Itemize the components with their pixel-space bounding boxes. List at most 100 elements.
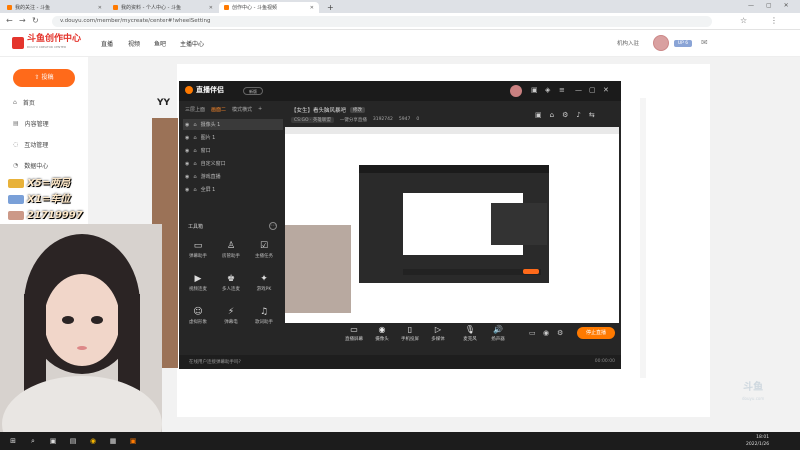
tool-danmu[interactable]: ▭ 弹幕助手 xyxy=(183,241,213,267)
share-icon[interactable]: ⇆ xyxy=(589,111,595,119)
speaker-button[interactable]: 🔊 扬声器 xyxy=(485,325,511,342)
maximize-icon[interactable]: ▢ xyxy=(766,2,772,9)
bell-icon[interactable]: ♪ xyxy=(576,111,580,119)
nav-anchor-center[interactable]: 主播中心 xyxy=(180,39,204,48)
close-icon[interactable]: ✕ xyxy=(98,5,102,11)
nav-video[interactable]: 视频 xyxy=(128,39,140,48)
app-version-badge[interactable]: 新版 xyxy=(243,87,263,95)
eye-icon[interactable]: ◉ xyxy=(185,135,189,141)
menu-icon[interactable]: ⋮ xyxy=(770,16,778,25)
lock-icon[interactable]: ⌂ xyxy=(193,174,196,180)
media-button[interactable]: ▷ 多媒体 xyxy=(425,325,451,342)
forward-icon[interactable]: → xyxy=(19,16,26,25)
camera-button[interactable]: ◉ 摄像头 xyxy=(369,325,395,342)
screen-capture-button[interactable]: ▭ 直播屏幕 xyxy=(341,325,367,342)
stream-preview[interactable] xyxy=(285,127,619,323)
browser-tab-3[interactable]: 创作中心 - 斗鱼视频 ✕ xyxy=(219,2,319,13)
chrome-icon[interactable]: ◉ xyxy=(88,436,98,446)
browser-tab-1[interactable]: 我的关注 - 斗鱼 ✕ xyxy=(2,2,107,13)
source-row[interactable]: ◉ ⌂ 自定义窗口 xyxy=(183,158,283,169)
back-icon[interactable]: ← xyxy=(6,16,13,25)
site-logo[interactable]: 斗鱼创作中心 DOUYU CREATOR CENTER xyxy=(12,35,81,50)
tab-scene-1[interactable]: 三层上面 xyxy=(185,106,205,116)
sidebar-item-content[interactable]: ▤ 内容管理 xyxy=(13,119,49,128)
add-scene-icon[interactable]: + xyxy=(258,106,262,116)
star-icon[interactable]: ☆ xyxy=(740,16,747,25)
close-icon[interactable]: ✕ xyxy=(209,5,213,11)
scrollbar[interactable] xyxy=(640,98,646,378)
source-row[interactable]: ◉ ⌂ 全屏 1 xyxy=(183,184,283,195)
settings-icon[interactable]: ⚙ xyxy=(557,329,563,337)
tool-room-admin[interactable]: ♙ 房管助手 xyxy=(216,241,246,267)
category-badge[interactable]: CS:GO · 英雄联盟 xyxy=(291,117,334,123)
menu-icon[interactable]: ≡ xyxy=(559,86,565,94)
org-join-link[interactable]: 机构入驻 xyxy=(617,39,639,47)
tool-video-link[interactable]: ▶ 视频连麦 xyxy=(183,274,213,300)
source-row[interactable]: ◉ ⌂ 游戏直播 xyxy=(183,171,283,182)
reload-icon[interactable]: ↻ xyxy=(32,16,39,25)
tool-label: 虚拟形象 xyxy=(189,320,207,325)
lock-icon[interactable]: ⌂ xyxy=(193,135,196,141)
lock-icon[interactable]: ⌂ xyxy=(550,111,554,119)
search-icon[interactable]: ⌕ xyxy=(28,436,38,446)
eye-icon[interactable]: ◉ xyxy=(185,161,189,167)
streaming-app-icon[interactable]: ▣ xyxy=(128,436,138,446)
minimize-icon[interactable]: — xyxy=(575,86,582,94)
close-icon[interactable]: ✕ xyxy=(603,86,609,94)
source-row[interactable]: ◉ ⌂ 摄像头 1 xyxy=(183,119,283,130)
tool-avatar[interactable]: ☺ 虚拟形象 xyxy=(183,307,213,333)
tool-game-pk[interactable]: ✦ 游戏PK xyxy=(249,274,279,300)
phone-cast-button[interactable]: ▯ 手机投屏 xyxy=(397,325,423,342)
url-input[interactable]: v.douyu.com/member/mycreate/center#!whee… xyxy=(52,16,712,27)
mic-button[interactable]: 🎙 麦克风 xyxy=(457,325,483,342)
close-icon[interactable]: ✕ xyxy=(310,5,314,11)
source-row[interactable]: ◉ ⌂ 图片 1 xyxy=(183,132,283,143)
edit-title-button[interactable]: 修改 xyxy=(350,107,366,113)
eye-icon[interactable]: ◉ xyxy=(543,329,549,337)
toolbox-more-icon[interactable]: ⋯ xyxy=(269,222,277,230)
app-avatar[interactable] xyxy=(510,85,522,97)
nav-live[interactable]: 直播 xyxy=(101,39,113,48)
eye-icon[interactable]: ◉ xyxy=(185,187,189,193)
tool-multi-link[interactable]: ♚ 多人连麦 xyxy=(216,274,246,300)
tool-task[interactable]: ☑ 主播任务 xyxy=(249,241,279,267)
task-view-icon[interactable]: ▣ xyxy=(48,436,58,446)
eye-icon[interactable]: ◉ xyxy=(185,148,189,154)
new-tab-button[interactable]: + xyxy=(322,2,334,13)
tool-danmu-power[interactable]: ⚡ 弹幕电 xyxy=(216,307,246,333)
browser-tab-2[interactable]: 我的资料 - 个人中心 - 斗鱼 ✕ xyxy=(108,2,218,13)
file-explorer-icon[interactable]: ▤ xyxy=(68,436,78,446)
upload-button[interactable]: ⇧ 投稿 xyxy=(13,69,75,87)
tool-lyrics[interactable]: ♫ 歌词助手 xyxy=(249,307,279,333)
lock-icon[interactable]: ⌂ xyxy=(193,122,196,128)
skin-icon[interactable]: ◈ xyxy=(545,86,550,94)
taskbar-clock[interactable]: 18:01 2022/1/26 xyxy=(746,434,769,448)
settings-icon[interactable]: ⚙ xyxy=(562,111,568,119)
source-row[interactable]: ◉ ⌂ 窗口 xyxy=(183,145,283,156)
avatar[interactable] xyxy=(653,35,669,51)
nested-canvas xyxy=(403,193,547,255)
eye-icon[interactable]: ◉ xyxy=(185,174,189,180)
message-icon[interactable]: ▣ xyxy=(531,86,538,94)
sidebar-item-data[interactable]: ◔ 数据中心 xyxy=(13,161,48,170)
lock-icon[interactable]: ⌂ xyxy=(193,148,196,154)
start-icon[interactable]: ⊞ xyxy=(8,436,18,446)
status-message[interactable]: 在线用户连接弹幕助手吗? xyxy=(189,359,241,365)
app-icon[interactable]: ▦ xyxy=(108,436,118,446)
mail-icon[interactable]: ✉ xyxy=(701,38,708,47)
maximize-icon[interactable]: ▢ xyxy=(589,86,596,94)
record-icon[interactable]: ▭ xyxy=(529,329,536,337)
tab-scene-3[interactable]: 模式横式 xyxy=(232,106,252,116)
share-link[interactable]: 一键分享直播 xyxy=(340,117,367,123)
sidebar-item-home[interactable]: ⌂ 首页 xyxy=(13,98,35,107)
stop-live-button[interactable]: 停止直播 xyxy=(577,327,615,339)
lock-icon[interactable]: ⌂ xyxy=(193,187,196,193)
close-window-icon[interactable]: ✕ xyxy=(784,2,789,9)
gift-icon[interactable]: ▣ xyxy=(535,111,542,119)
tab-scene-2[interactable]: 画面二 xyxy=(211,106,226,116)
nav-fishbar[interactable]: 鱼吧 xyxy=(154,39,166,48)
sidebar-item-interaction[interactable]: ◌ 互动管理 xyxy=(13,140,48,149)
minimize-icon[interactable]: — xyxy=(748,2,754,9)
eye-icon[interactable]: ◉ xyxy=(185,122,189,128)
lock-icon[interactable]: ⌂ xyxy=(193,161,196,167)
